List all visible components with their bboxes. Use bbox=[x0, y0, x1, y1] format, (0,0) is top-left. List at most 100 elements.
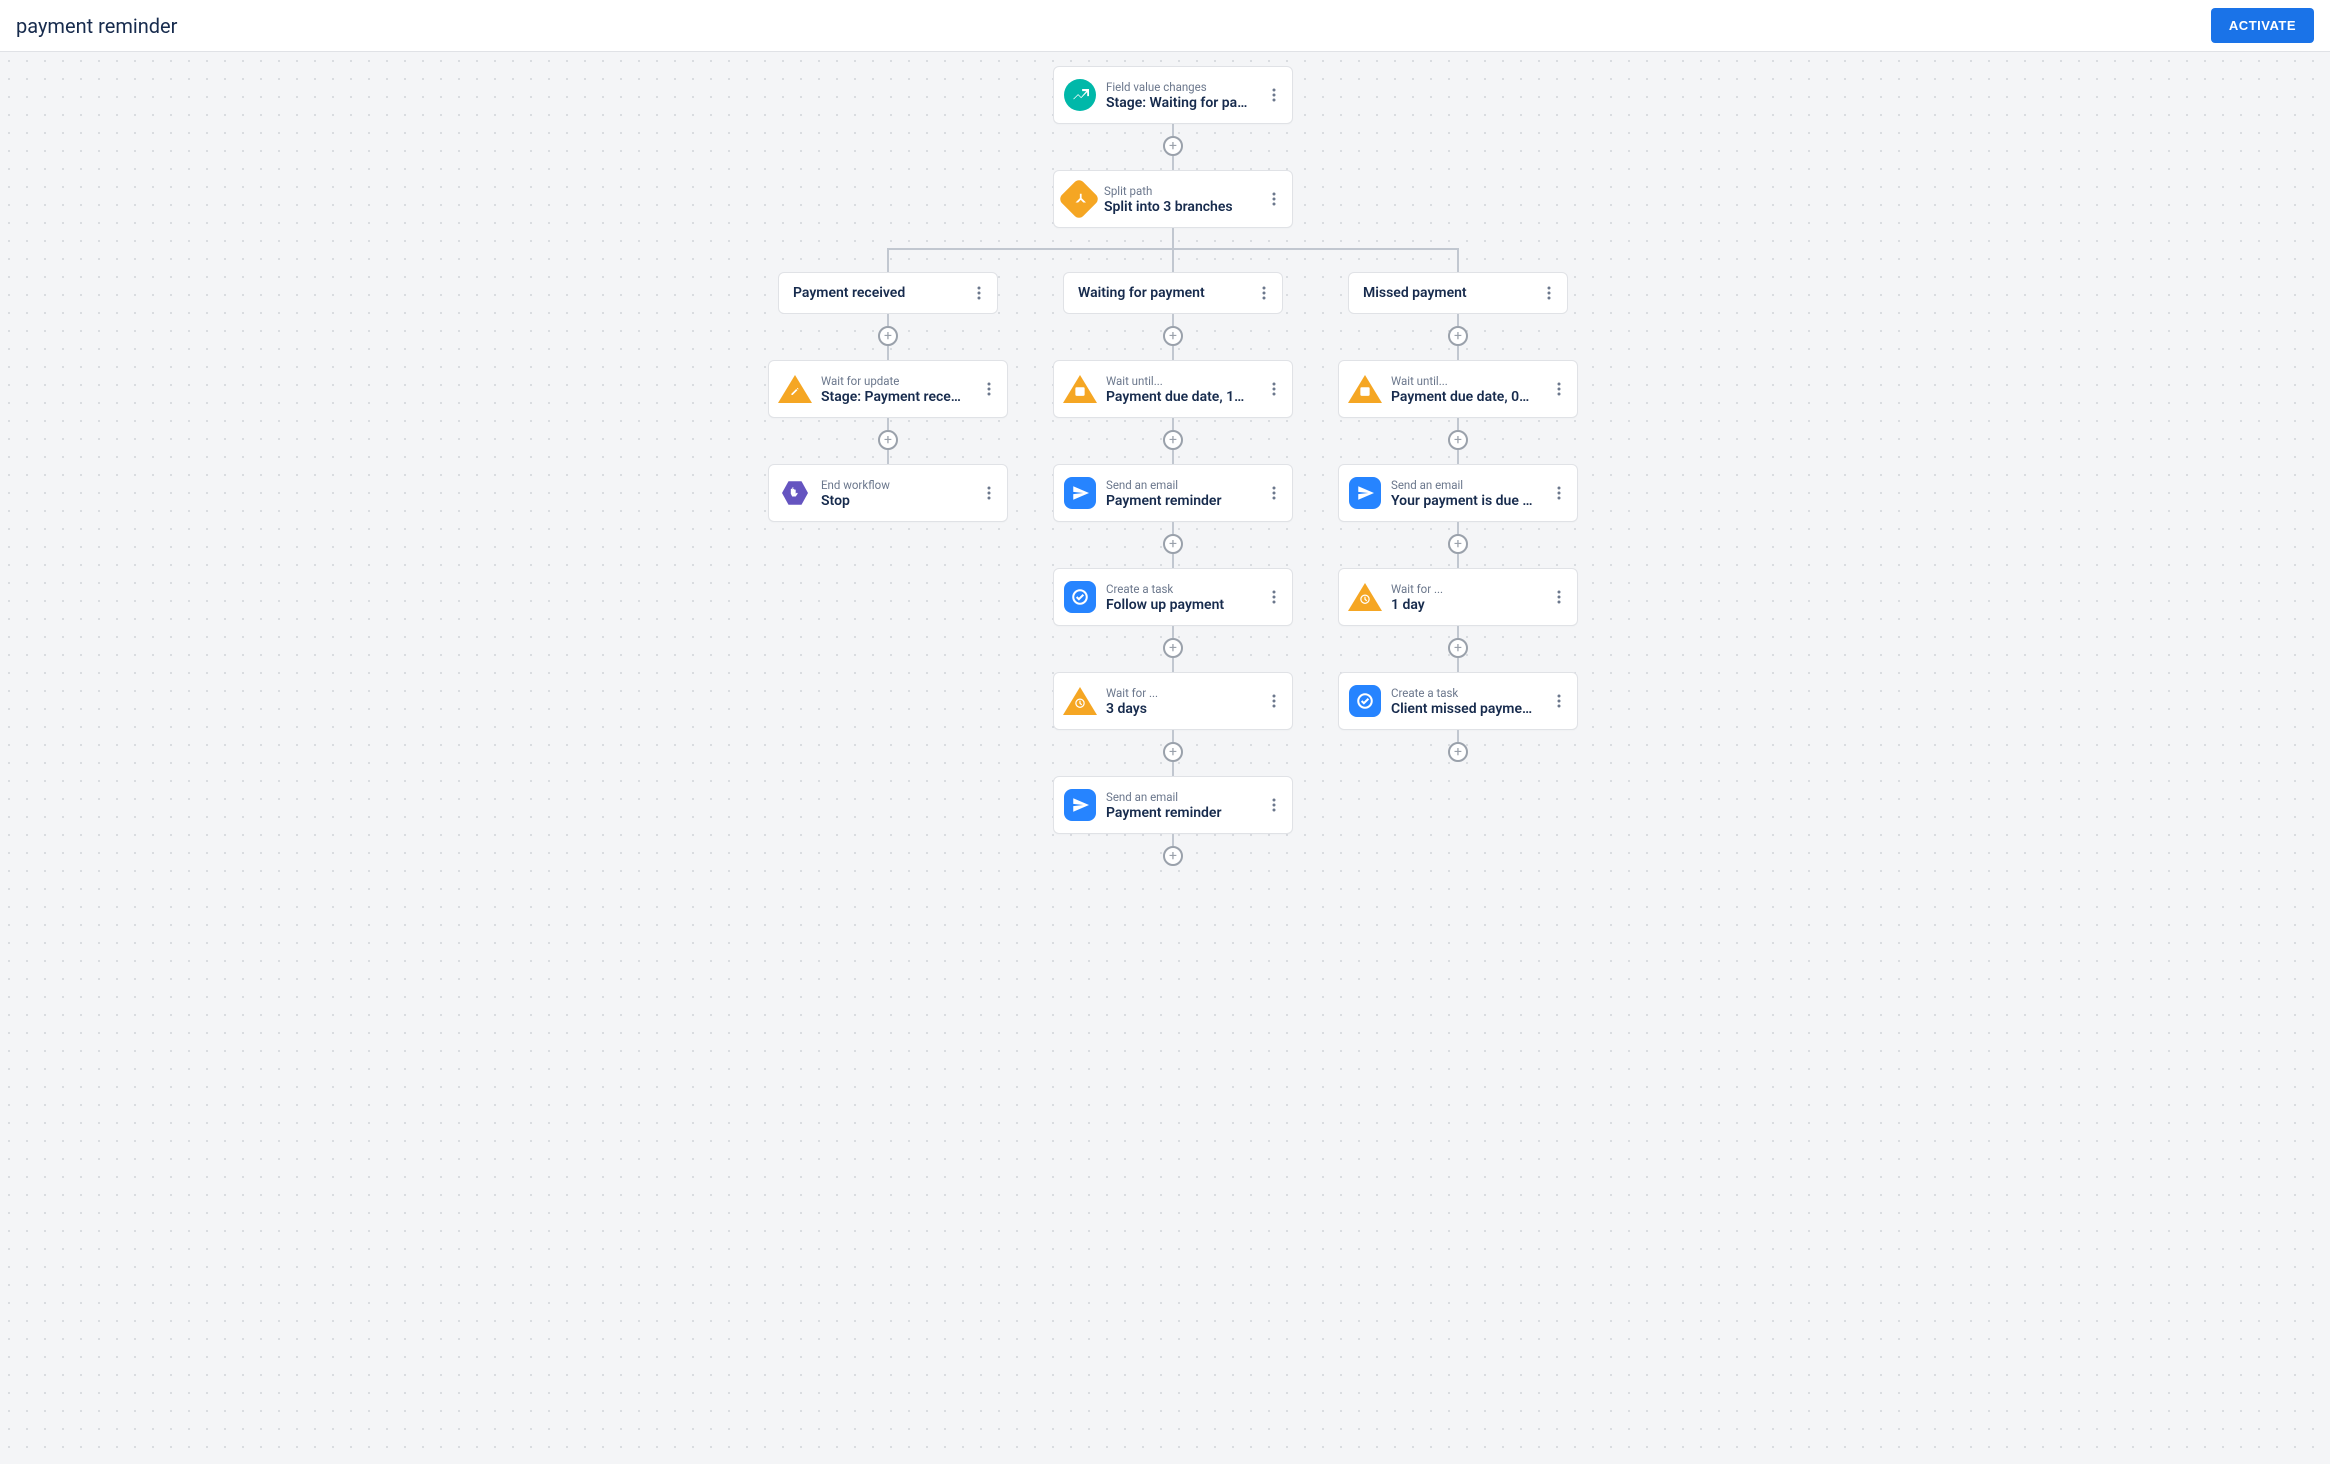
node-subtitle: Wait for update bbox=[821, 374, 969, 388]
connector bbox=[1172, 658, 1174, 672]
connector bbox=[1457, 450, 1459, 464]
connector bbox=[1457, 418, 1459, 430]
node-text: Wait for ... 1 day bbox=[1391, 582, 1539, 613]
node-title: Payment due date, 1… bbox=[1106, 389, 1254, 405]
step-wait-for[interactable]: Wait for ... 1 day bbox=[1338, 568, 1578, 626]
branch-label: Waiting for payment bbox=[1078, 285, 1254, 301]
branch-payment-received[interactable]: Payment received bbox=[778, 272, 998, 314]
branch-waiting-for-payment[interactable]: Waiting for payment bbox=[1063, 272, 1283, 314]
node-text: Field value changes Stage: Waiting for p… bbox=[1106, 80, 1254, 111]
node-text: Wait until... Payment due date, 0… bbox=[1391, 374, 1539, 405]
more-menu-button[interactable] bbox=[1264, 377, 1284, 401]
step-wait-for[interactable]: Wait for ... 3 days bbox=[1053, 672, 1293, 730]
split-node[interactable]: Split path Split into 3 branches bbox=[1053, 170, 1293, 228]
more-menu-button[interactable] bbox=[1264, 793, 1284, 817]
more-menu-button[interactable] bbox=[1539, 281, 1559, 305]
trigger-node[interactable]: Field value changes Stage: Waiting for p… bbox=[1053, 66, 1293, 124]
more-menu-button[interactable] bbox=[1264, 689, 1284, 713]
branch-missed-payment[interactable]: Missed payment bbox=[1348, 272, 1568, 314]
connector bbox=[1172, 450, 1174, 464]
connector bbox=[1172, 730, 1174, 742]
node-subtitle: Create a task bbox=[1106, 582, 1254, 596]
node-subtitle: Send an email bbox=[1106, 790, 1254, 804]
node-title: Client missed payme… bbox=[1391, 701, 1539, 717]
more-menu-button[interactable] bbox=[1264, 83, 1284, 107]
add-step-button[interactable]: + bbox=[1448, 534, 1468, 554]
more-menu-button[interactable] bbox=[1549, 377, 1569, 401]
connector bbox=[1172, 156, 1174, 170]
node-title: Payment reminder bbox=[1106, 805, 1254, 821]
more-menu-button[interactable] bbox=[1254, 281, 1274, 305]
add-step-button[interactable]: + bbox=[1448, 430, 1468, 450]
node-text: Send an email Your payment is due … bbox=[1391, 478, 1539, 509]
node-text: Wait until... Payment due date, 1… bbox=[1106, 374, 1254, 405]
add-step-button[interactable]: + bbox=[1448, 742, 1468, 762]
more-menu-button[interactable] bbox=[969, 281, 989, 305]
connector bbox=[887, 346, 889, 360]
add-step-button[interactable]: + bbox=[1163, 136, 1183, 156]
node-text: Wait for update Stage: Payment rece… bbox=[821, 374, 969, 405]
connector bbox=[1457, 346, 1459, 360]
add-step-button[interactable]: + bbox=[1448, 326, 1468, 346]
add-step-button[interactable]: + bbox=[1448, 638, 1468, 658]
node-subtitle: Split path bbox=[1104, 184, 1254, 198]
more-menu-button[interactable] bbox=[1549, 481, 1569, 505]
node-subtitle: Wait until... bbox=[1106, 374, 1254, 388]
task-icon bbox=[1064, 581, 1096, 613]
page-title: payment reminder bbox=[16, 14, 177, 38]
node-title: Your payment is due … bbox=[1391, 493, 1539, 509]
add-step-button[interactable]: + bbox=[1163, 846, 1183, 866]
calendar-triangle-icon bbox=[1064, 373, 1096, 405]
clock-triangle-icon bbox=[1349, 581, 1381, 613]
add-step-button[interactable]: + bbox=[1163, 326, 1183, 346]
calendar-triangle-icon bbox=[1349, 373, 1381, 405]
connector bbox=[1457, 626, 1459, 638]
split-icon bbox=[1058, 178, 1100, 220]
more-menu-button[interactable] bbox=[1264, 585, 1284, 609]
step-create-task[interactable]: Create a task Client missed payme… bbox=[1338, 672, 1578, 730]
step-wait-until[interactable]: Wait until... Payment due date, 1… bbox=[1053, 360, 1293, 418]
connector bbox=[1172, 522, 1174, 534]
connector bbox=[1457, 554, 1459, 568]
step-send-email[interactable]: Send an email Payment reminder bbox=[1053, 776, 1293, 834]
node-title: Payment reminder bbox=[1106, 493, 1254, 509]
step-wait-for-update[interactable]: Wait for update Stage: Payment rece… bbox=[768, 360, 1008, 418]
connector bbox=[1172, 626, 1174, 638]
header: payment reminder ACTIVATE bbox=[0, 0, 2330, 52]
add-step-button[interactable]: + bbox=[1163, 638, 1183, 658]
step-send-email[interactable]: Send an email Your payment is due … bbox=[1338, 464, 1578, 522]
add-step-button[interactable]: + bbox=[1163, 742, 1183, 762]
more-menu-button[interactable] bbox=[1264, 481, 1284, 505]
clock-triangle-icon bbox=[1064, 685, 1096, 717]
canvas-inner: + Field value changes Stage: Waiting for… bbox=[475, 52, 1855, 932]
node-subtitle: Wait for ... bbox=[1106, 686, 1254, 700]
step-send-email[interactable]: Send an email Payment reminder bbox=[1053, 464, 1293, 522]
add-step-button[interactable]: + bbox=[1163, 534, 1183, 554]
node-title: Split into 3 branches bbox=[1104, 199, 1254, 215]
send-icon bbox=[1064, 789, 1096, 821]
connector bbox=[887, 248, 889, 272]
node-text: Create a task Follow up payment bbox=[1106, 582, 1254, 613]
add-step-button[interactable]: + bbox=[878, 430, 898, 450]
workflow-canvas[interactable]: + Field value changes Stage: Waiting for… bbox=[0, 52, 2330, 1464]
more-menu-button[interactable] bbox=[979, 481, 999, 505]
more-menu-button[interactable] bbox=[1549, 689, 1569, 713]
step-end-workflow[interactable]: End workflow Stop bbox=[768, 464, 1008, 522]
trend-icon bbox=[1064, 79, 1096, 111]
add-step-button[interactable]: + bbox=[878, 326, 898, 346]
node-subtitle: Field value changes bbox=[1106, 80, 1254, 94]
node-title: 1 day bbox=[1391, 597, 1539, 613]
add-step-button[interactable]: + bbox=[1163, 430, 1183, 450]
activate-button[interactable]: ACTIVATE bbox=[2211, 8, 2314, 43]
more-menu-button[interactable] bbox=[979, 377, 999, 401]
edit-triangle-icon bbox=[779, 373, 811, 405]
connector bbox=[1457, 730, 1459, 742]
more-menu-button[interactable] bbox=[1264, 187, 1284, 211]
connector bbox=[1172, 554, 1174, 568]
connector bbox=[1172, 418, 1174, 430]
step-create-task[interactable]: Create a task Follow up payment bbox=[1053, 568, 1293, 626]
node-title: Stage: Payment rece… bbox=[821, 389, 969, 405]
more-menu-button[interactable] bbox=[1549, 585, 1569, 609]
node-subtitle: Send an email bbox=[1391, 478, 1539, 492]
step-wait-until[interactable]: Wait until... Payment due date, 0… bbox=[1338, 360, 1578, 418]
